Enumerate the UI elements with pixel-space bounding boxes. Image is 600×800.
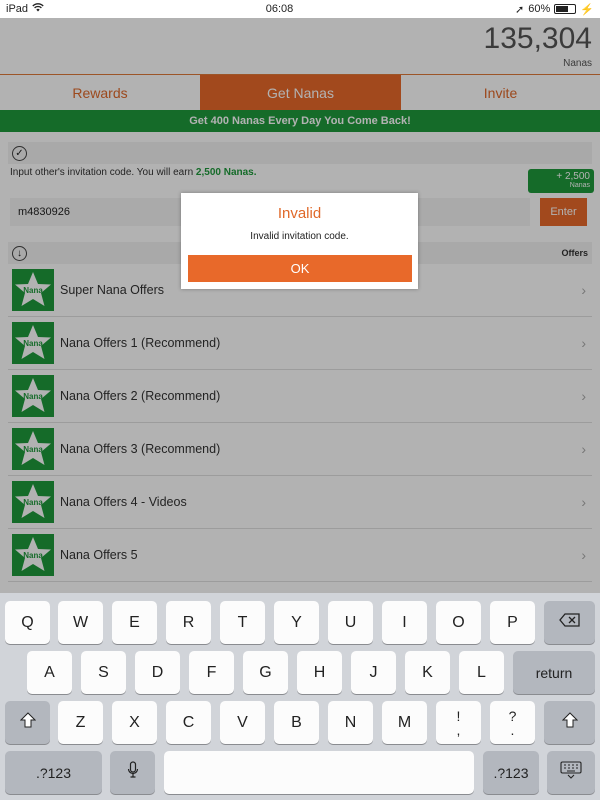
key-d[interactable]: D xyxy=(135,651,180,694)
key-c[interactable]: C xyxy=(166,701,211,744)
space-key[interactable] xyxy=(164,751,474,794)
shift-icon xyxy=(561,712,578,733)
onscreen-keyboard: Q W E R T Y U I O P A S D F G H J K L re… xyxy=(0,593,600,800)
hide-keyboard-key[interactable] xyxy=(547,751,595,794)
key-t[interactable]: T xyxy=(220,601,265,644)
key-u[interactable]: U xyxy=(328,601,373,644)
wifi-icon xyxy=(32,3,44,15)
key-h[interactable]: H xyxy=(297,651,342,694)
key-x[interactable]: X xyxy=(112,701,157,744)
key-exclamation-comma[interactable]: !, xyxy=(436,701,481,744)
alert-ok-button[interactable]: OK xyxy=(188,255,412,282)
key-a[interactable]: A xyxy=(27,651,72,694)
shift-key-left[interactable] xyxy=(5,701,50,744)
modal-backdrop xyxy=(0,18,600,593)
key-g[interactable]: G xyxy=(243,651,288,694)
numbers-key-right[interactable]: .?123 xyxy=(483,751,539,794)
key-v[interactable]: V xyxy=(220,701,265,744)
backspace-icon xyxy=(558,613,581,632)
key-i[interactable]: I xyxy=(382,601,427,644)
key-b[interactable]: B xyxy=(274,701,319,744)
key-s[interactable]: S xyxy=(81,651,126,694)
alert-message: Invalid invitation code. xyxy=(250,231,349,242)
key-l[interactable]: L xyxy=(459,651,504,694)
shift-icon xyxy=(19,712,36,733)
invalid-code-alert: Invalid Invalid invitation code. OK xyxy=(181,193,418,289)
key-k[interactable]: K xyxy=(405,651,450,694)
status-bar: iPad 06:08 ➚ 60% ⚡ xyxy=(0,0,600,18)
shift-key-right[interactable] xyxy=(544,701,595,744)
key-p[interactable]: P xyxy=(490,601,535,644)
key-z[interactable]: Z xyxy=(58,701,103,744)
key-question-period[interactable]: ?. xyxy=(490,701,535,744)
key-y[interactable]: Y xyxy=(274,601,319,644)
battery-percent: 60% xyxy=(528,3,551,15)
alert-title: Invalid xyxy=(277,205,322,222)
key-e[interactable]: E xyxy=(112,601,157,644)
device-label: iPad xyxy=(6,3,29,15)
key-q[interactable]: Q xyxy=(5,601,50,644)
charging-icon: ⚡ xyxy=(580,3,594,16)
key-r[interactable]: R xyxy=(166,601,211,644)
key-w[interactable]: W xyxy=(58,601,103,644)
return-key[interactable]: return xyxy=(513,651,595,694)
key-j[interactable]: J xyxy=(351,651,396,694)
keyboard-dismiss-icon xyxy=(560,761,582,784)
key-m[interactable]: M xyxy=(382,701,427,744)
key-o[interactable]: O xyxy=(436,601,481,644)
dictation-key[interactable] xyxy=(110,751,155,794)
battery-icon xyxy=(554,4,577,14)
location-icon: ➚ xyxy=(515,3,525,16)
key-f[interactable]: F xyxy=(189,651,234,694)
microphone-icon xyxy=(127,761,139,784)
clock: 06:08 xyxy=(265,3,294,15)
numbers-key-left[interactable]: .?123 xyxy=(5,751,102,794)
key-n[interactable]: N xyxy=(328,701,373,744)
backspace-key[interactable] xyxy=(544,601,595,644)
